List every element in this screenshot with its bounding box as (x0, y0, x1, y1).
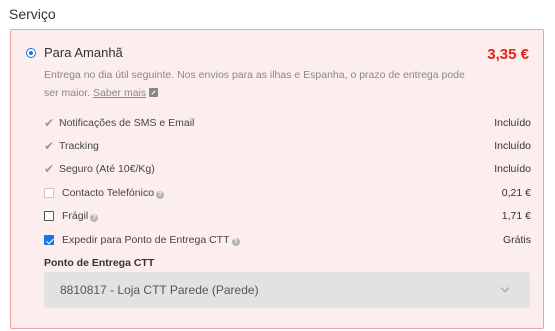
service-price: 3,35 € (487, 46, 529, 63)
feature-row-insurance: ✔ Seguro (Até 10€/Kg) Incluído (44, 162, 531, 178)
feature-label: Tracking (59, 140, 99, 152)
help-icon[interactable]: ? (156, 191, 165, 199)
extra-row-fragile: Frágil? 1,71 € (44, 209, 531, 225)
check-icon: ✔ (44, 139, 55, 153)
extra-label-text: Frágil (62, 210, 89, 222)
extra-label: Contacto Telefónico? (62, 187, 165, 199)
check-icon: ✔ (44, 162, 55, 176)
phone-contact-checkbox[interactable] (44, 188, 54, 198)
chevron-down-icon (500, 283, 510, 293)
feature-value: Incluído (494, 163, 531, 175)
extra-label-text: Contacto Telefónico (62, 187, 155, 199)
service-radio[interactable] (26, 48, 36, 58)
feature-row-notifications: ✔ Notificações de SMS e Email Incluído (44, 116, 531, 132)
pickup-point-checkbox[interactable] (44, 235, 54, 245)
extra-row-phone-contact: Contacto Telefónico? 0,21 € (44, 186, 531, 202)
learn-more-link[interactable]: Saber mais (93, 87, 146, 99)
section-title: Serviço (9, 6, 56, 22)
pickup-point-select[interactable]: 8810817 - Loja CTT Parede (Parede) (44, 272, 530, 308)
extra-label: Expedir para Ponto de Entrega CTT? (62, 234, 240, 246)
extra-value: Grátis (502, 234, 531, 246)
feature-value: Incluído (494, 117, 531, 129)
feature-label: Seguro (Até 10€/Kg) (59, 163, 155, 175)
pickup-point-selected-value: 8810817 - Loja CTT Parede (Parede) (60, 283, 259, 297)
service-option-card[interactable]: Para Amanhã 3,35 € Entrega no dia útil s… (10, 29, 544, 329)
feature-row-tracking: ✔ Tracking Incluído (44, 139, 531, 155)
extra-value: 1,71 € (501, 210, 531, 222)
help-icon[interactable]: ? (231, 238, 240, 246)
extra-label-text: Expedir para Ponto de Entrega CTT (62, 234, 230, 246)
external-link-icon (149, 88, 159, 97)
help-icon[interactable]: ? (90, 214, 99, 222)
extra-value: 0,21 € (501, 187, 531, 199)
check-icon: ✔ (44, 116, 55, 130)
service-description: Entrega no dia útil seguinte. Nos envios… (44, 66, 474, 102)
service-title: Para Amanhã (44, 45, 123, 60)
feature-label: Notificações de SMS e Email (59, 117, 195, 129)
pickup-point-label: Ponto de Entrega CTT (44, 257, 155, 269)
feature-value: Incluído (494, 140, 531, 152)
extra-label: Frágil? (62, 210, 99, 222)
extra-row-pickup-point: Expedir para Ponto de Entrega CTT? Gráti… (44, 233, 531, 249)
fragile-checkbox[interactable] (44, 211, 54, 221)
